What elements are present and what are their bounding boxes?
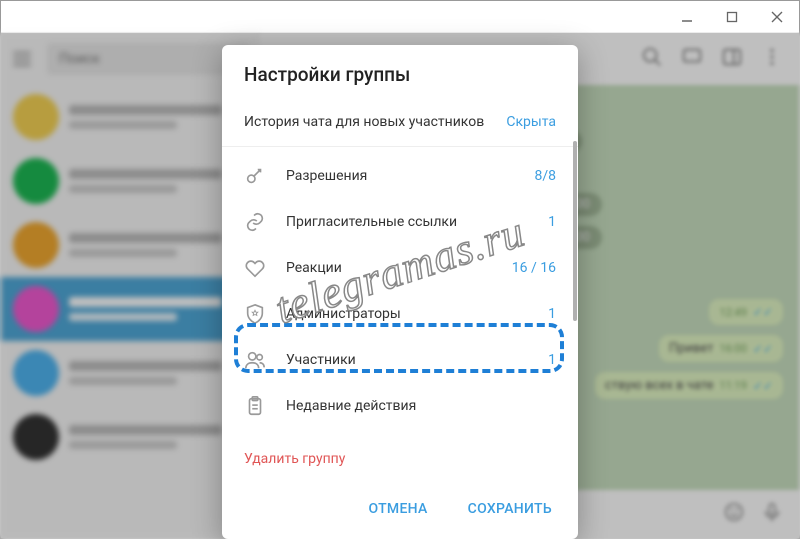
history-label: История чата для новых участников	[244, 114, 484, 130]
heart-icon	[244, 257, 266, 279]
maximize-button[interactable]	[709, 1, 754, 33]
save-button[interactable]: СОХРАНИТЬ	[450, 491, 570, 527]
window-titlebar	[1, 1, 799, 33]
key-icon	[244, 165, 266, 187]
reactions-row[interactable]: Реакции 16 / 16	[222, 245, 578, 291]
invite-links-row[interactable]: Пригласительные ссылки 1	[222, 199, 578, 245]
row-value: 1	[548, 306, 556, 322]
row-label: Недавние действия	[286, 398, 536, 414]
recent-actions-row[interactable]: Недавние действия	[222, 383, 578, 429]
cancel-button[interactable]: ОТМЕНА	[350, 491, 445, 527]
history-row[interactable]: История чата для новых участников Скрыта	[222, 100, 578, 147]
row-label: Разрешения	[286, 168, 514, 184]
users-icon	[244, 349, 266, 371]
row-label: Участники	[286, 352, 528, 368]
row-label: Пригласительные ссылки	[286, 214, 528, 230]
clipboard-icon	[244, 395, 266, 417]
group-settings-dialog: Настройки группы История чата для новых …	[222, 45, 578, 539]
members-row[interactable]: Участники 1	[222, 337, 578, 383]
row-value: 16 / 16	[512, 260, 556, 276]
delete-group-button[interactable]: Удалить группу	[222, 435, 578, 483]
history-value: Скрыта	[506, 114, 556, 130]
close-button[interactable]	[754, 1, 799, 33]
link-icon	[244, 211, 266, 233]
permissions-row[interactable]: Разрешения 8/8	[222, 153, 578, 199]
dialog-title: Настройки группы	[222, 45, 578, 100]
row-value: 1	[548, 352, 556, 368]
dialog-buttons: ОТМЕНА СОХРАНИТЬ	[222, 483, 578, 539]
row-label: Реакции	[286, 260, 492, 276]
row-value: 1	[548, 214, 556, 230]
row-value: 8/8	[534, 168, 556, 184]
minimize-button[interactable]	[664, 1, 709, 33]
scroll-thumb[interactable]	[573, 141, 577, 321]
admins-row[interactable]: Администраторы 1	[222, 291, 578, 337]
shield-star-icon	[244, 303, 266, 325]
row-label: Администраторы	[286, 306, 528, 322]
dialog-scrollbar[interactable]	[572, 45, 578, 485]
modal-overlay: Настройки группы История чата для новых …	[1, 33, 799, 538]
